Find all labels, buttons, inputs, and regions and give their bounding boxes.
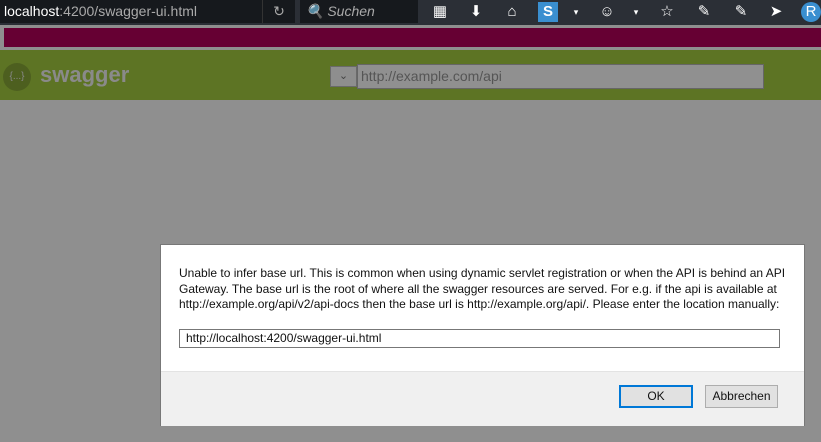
url-host: localhost [4,3,60,19]
search-input[interactable]: 🔍 Suchen [300,0,418,23]
r-extension-icon[interactable]: R [801,2,821,22]
reload-icon[interactable]: ↻ [262,0,295,23]
tag-edit-icon[interactable]: ✎ [731,2,751,22]
download-icon[interactable]: ⬇ [466,2,486,22]
ok-button[interactable]: OK [619,385,693,408]
base-url-dialog: Unable to infer base url. This is common… [160,244,805,426]
url-path: :4200/swagger-ui.html [59,3,198,19]
monkey-icon[interactable]: ☺ [597,2,617,22]
bookmark-star-icon[interactable]: ☆ [657,2,677,22]
base-url-input[interactable]: http://localhost:4200/swagger-ui.html [179,329,780,348]
address-bar[interactable]: localhost:4200/swagger-ui.html [0,0,295,23]
s-extension-icon[interactable]: S [538,2,558,22]
browser-toolbar: localhost:4200/swagger-ui.html ↻ 🔍 Suche… [0,0,821,25]
search-placeholder: Suchen [327,3,375,19]
dialog-message: Unable to infer base url. This is common… [179,266,786,311]
home-icon[interactable]: ⌂ [502,2,522,22]
bookmarks-bar [4,28,821,47]
tag-add-icon[interactable]: ✎ [694,2,714,22]
swagger-logo-icon: {...} [3,63,31,91]
send-icon[interactable]: ➤ [766,2,786,22]
dropdown-icon[interactable]: ▾ [626,2,646,22]
dropdown-icon[interactable]: ▾ [566,2,586,22]
brand-title: swagger [40,62,130,87]
api-select-chevron-down-icon[interactable]: ⌄ [330,66,357,87]
api-url-input[interactable]: http://example.com/api [357,64,764,89]
cancel-button[interactable]: Abbrechen [705,385,778,408]
selenium-icon[interactable]: ▦ [430,2,450,22]
